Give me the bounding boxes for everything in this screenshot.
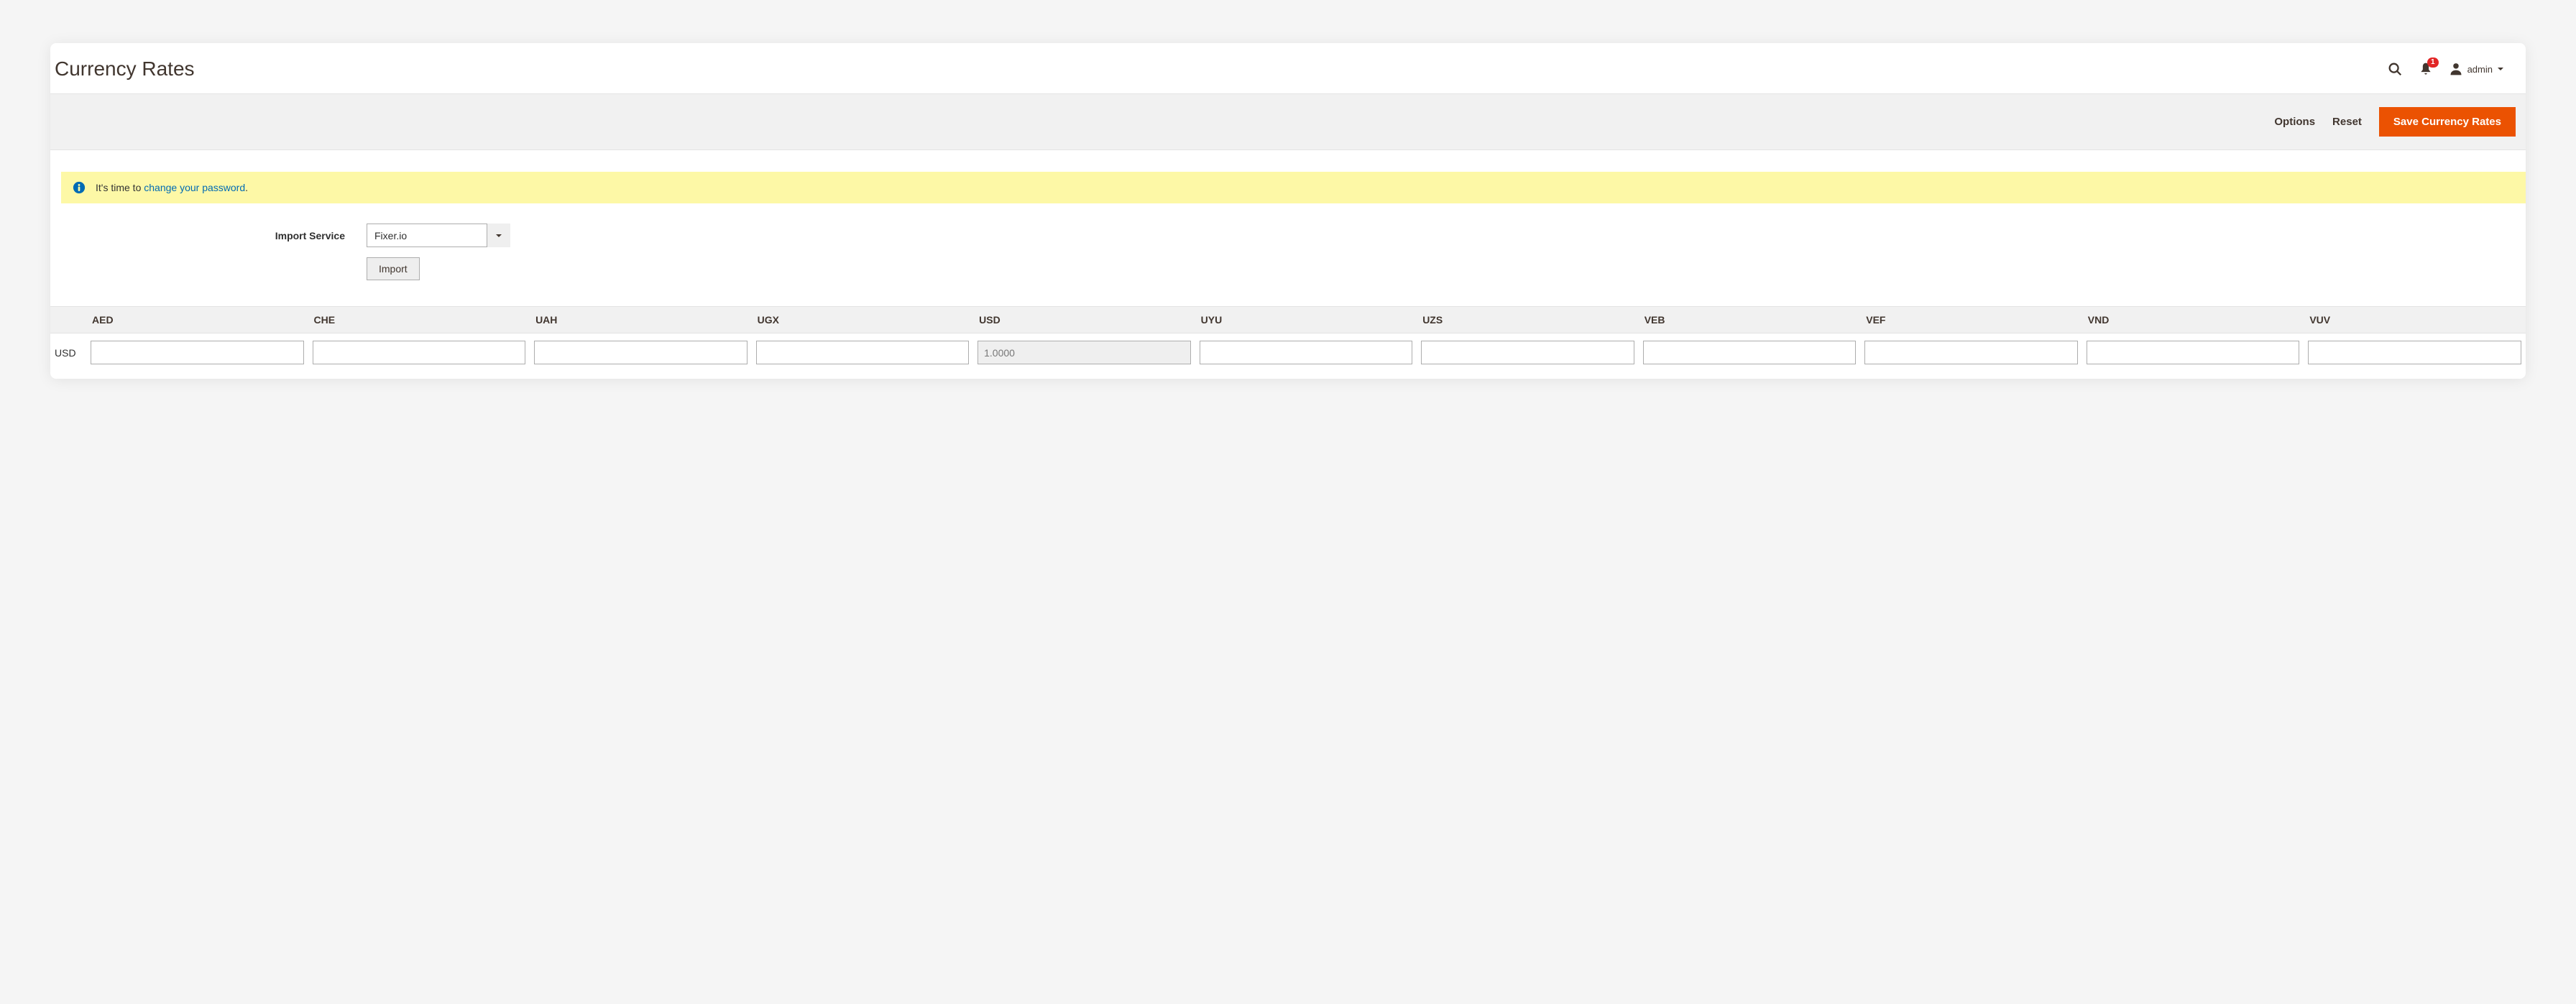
rates-col-header: VND	[2082, 307, 2304, 333]
rate-input-vnd[interactable]	[2087, 341, 2300, 364]
user-name: admin	[2467, 64, 2493, 75]
page-header: Currency Rates 1 admin	[50, 43, 2526, 93]
rates-col-header: UYU	[1195, 307, 1417, 333]
rates-col-header: AED	[86, 307, 308, 333]
rates-cell	[973, 333, 1195, 372]
action-bar: Options Reset Save Currency Rates	[50, 93, 2526, 150]
search-button[interactable]	[2387, 61, 2403, 77]
search-icon	[2387, 61, 2403, 77]
rate-input-ugx[interactable]	[756, 341, 970, 364]
rates-table: AEDCHEUAHUGXUSDUYUUZSVEBVEFVNDVUV USD	[50, 306, 2526, 372]
page-container: Currency Rates 1 admin	[50, 43, 2526, 379]
rates-col-header: UAH	[530, 307, 752, 333]
rates-cell	[1639, 333, 1861, 372]
rates-cell	[2304, 333, 2526, 372]
page-title: Currency Rates	[50, 57, 195, 80]
rates-row-base: USD	[50, 333, 86, 372]
caret-down-icon	[2497, 65, 2504, 73]
rates-cell	[752, 333, 974, 372]
notifications-button[interactable]: 1	[2419, 62, 2433, 76]
import-service-label: Import Service	[50, 230, 367, 241]
rate-input-uyu[interactable]	[1200, 341, 1413, 364]
rates-cell	[86, 333, 308, 372]
rates-col-header: VUV	[2304, 307, 2526, 333]
import-section: Import Service Fixer.io Import	[50, 216, 2526, 306]
notice-prefix: It's time to	[96, 182, 144, 193]
rates-cell	[1195, 333, 1417, 372]
rate-input-che[interactable]	[313, 341, 526, 364]
rates-col-header: UZS	[1417, 307, 1639, 333]
import-service-select-wrap: Fixer.io	[367, 224, 510, 247]
password-notice: It's time to change your password.	[61, 172, 2526, 203]
content: It's time to change your password. Impor…	[50, 150, 2526, 379]
rates-table-body: USD	[50, 333, 2526, 372]
rates-corner-cell	[50, 307, 86, 333]
user-menu[interactable]: admin	[2449, 62, 2504, 76]
info-icon	[73, 181, 86, 194]
rates-cell	[1417, 333, 1639, 372]
rate-input-uah[interactable]	[534, 341, 748, 364]
notice-suffix: .	[245, 182, 248, 193]
import-service-row: Import Service Fixer.io	[50, 224, 2526, 247]
rates-cell	[2082, 333, 2304, 372]
rates-col-header: VEB	[1639, 307, 1861, 333]
rates-cell	[530, 333, 752, 372]
reset-button[interactable]: Reset	[2332, 116, 2362, 128]
notifications-badge: 1	[2427, 57, 2439, 68]
rate-input-uzs[interactable]	[1421, 341, 1634, 364]
rate-input-aed[interactable]	[91, 341, 304, 364]
save-button[interactable]: Save Currency Rates	[2379, 107, 2516, 137]
user-icon	[2449, 62, 2463, 76]
rates-col-header: USD	[973, 307, 1195, 333]
rate-input-usd	[978, 341, 1191, 364]
rates-col-header: VEF	[1860, 307, 2082, 333]
header-actions: 1 admin	[2387, 61, 2504, 77]
rates-col-header: CHE	[308, 307, 530, 333]
rate-input-vuv[interactable]	[2308, 341, 2521, 364]
options-button[interactable]: Options	[2274, 116, 2315, 128]
change-password-link[interactable]: change your password	[144, 182, 245, 193]
import-button[interactable]: Import	[367, 257, 420, 280]
rate-input-veb[interactable]	[1643, 341, 1857, 364]
rate-input-vef[interactable]	[1864, 341, 2078, 364]
import-service-select[interactable]: Fixer.io	[367, 224, 510, 247]
rates-cell	[1860, 333, 2082, 372]
rates-table-head: AEDCHEUAHUGXUSDUYUUZSVEBVEFVNDVUV	[50, 307, 2526, 333]
rates-col-header: UGX	[752, 307, 974, 333]
import-button-row: Import	[50, 257, 2526, 280]
rates-cell	[308, 333, 530, 372]
